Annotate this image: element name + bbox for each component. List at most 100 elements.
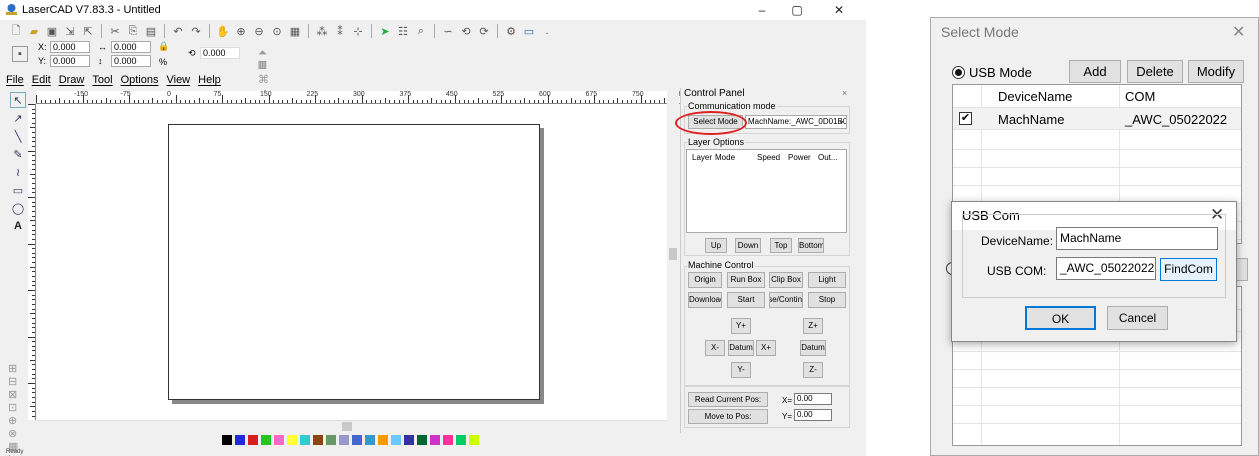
array-icon[interactable]: ☷ [395,23,411,39]
z-plus-button[interactable]: Z+ [803,318,823,334]
pause-continue-button[interactable]: Pause/Continue [769,292,803,308]
chevron-down-icon[interactable]: ⌄ [838,116,845,125]
menu-draw[interactable]: Draw [59,74,85,90]
color-swatch[interactable] [391,435,401,445]
rotate-right-icon[interactable]: ⟳ [476,23,492,39]
redo-icon[interactable]: ↷ [188,23,204,39]
cancel-button[interactable]: Cancel [1107,306,1168,330]
color-swatch[interactable] [248,435,258,445]
datum-z-button[interactable]: Datum [800,340,826,356]
copy-icon[interactable]: ⎘ [125,23,141,39]
y-minus-button[interactable]: Y- [731,362,751,378]
ellipse-tool-icon[interactable]: ◯ [10,200,26,216]
device-name-input[interactable]: MachName [1056,227,1218,250]
color-swatch[interactable] [326,435,336,445]
rotate-input[interactable]: 0.000 [200,47,240,59]
line-tool-icon[interactable]: ╲ [10,128,26,144]
select-tool-icon[interactable]: ↖ [10,92,26,108]
x-plus-button[interactable]: X+ [756,340,776,356]
menu-options[interactable]: Options [121,74,159,90]
usb-com-input[interactable]: _AWC_05022022 [1056,257,1156,280]
monitor-icon[interactable]: ▭ [521,23,537,39]
select-mode-close-icon[interactable]: ✕ [1232,22,1245,42]
curve-tool-icon[interactable]: ≀ [10,164,26,180]
clip-box-button[interactable]: Clip Box [769,272,803,288]
origin-button[interactable]: Origin [688,272,722,288]
curve-icon[interactable]: ∽ [440,23,456,39]
layer-bottom-button[interactable]: Bottom [798,238,824,253]
y-plus-button[interactable]: Y+ [731,318,751,334]
color-swatch[interactable] [222,435,232,445]
delete-button[interactable]: Delete [1127,60,1183,83]
open-folder-icon[interactable]: ▰ [26,23,42,39]
color-swatch[interactable] [443,435,453,445]
menu-file[interactable]: File [6,74,24,90]
usb-mode-radio[interactable] [952,66,965,79]
zoom-window-icon[interactable]: ⊙ [269,23,285,39]
layer-top-button[interactable]: Top [770,238,792,253]
text-tool-icon[interactable]: A [10,218,26,234]
height-input[interactable]: 0.000 [111,55,151,67]
cursor-icon[interactable]: ➤ [377,23,393,39]
node-tool-icon[interactable]: ↗ [10,110,26,126]
vertical-scrollbar[interactable] [667,91,679,432]
color-swatch[interactable] [365,435,375,445]
ungroup-icon[interactable]: ⁑ [332,23,348,39]
color-swatch[interactable] [430,435,440,445]
maximize-button[interactable]: ▢ [782,0,812,20]
vertical-scroll-thumb[interactable] [669,248,677,260]
import-icon[interactable]: ⇲ [62,23,78,39]
menu-view[interactable]: View [166,74,190,90]
anchor-icon[interactable]: ▪ [12,46,28,62]
new-file-icon[interactable]: 🗋 [8,23,24,39]
color-swatch[interactable] [417,435,427,445]
more-icon[interactable]: . [539,23,555,39]
color-swatch[interactable] [287,435,297,445]
row-checkbox[interactable]: ✔ [959,112,972,125]
run-box-button[interactable]: Run Box [727,272,765,288]
export-icon[interactable]: ⇱ [80,23,96,39]
machine-name-combo[interactable]: MachName:_AWC_0D01B03.. [745,115,847,129]
horizontal-scroll-thumb[interactable] [342,422,352,431]
light-button[interactable]: Light [808,272,846,288]
pan-hand-icon[interactable]: ✋ [215,23,231,39]
work-page[interactable] [168,124,540,400]
layer-up-button[interactable]: Up [705,238,727,253]
node-edit-icon[interactable]: ⊹ [350,23,366,39]
x-minus-button[interactable]: X- [705,340,725,356]
settings-icon[interactable]: ⚙ [503,23,519,39]
pen-tool-icon[interactable]: ✎ [10,146,26,162]
download-button[interactable]: Download [688,292,722,308]
color-swatch[interactable] [313,435,323,445]
ok-button[interactable]: OK [1025,306,1096,330]
zoom-select-icon[interactable]: ⌕ [413,23,429,39]
menu-tool[interactable]: Tool [92,74,112,90]
menu-edit[interactable]: Edit [32,74,51,90]
zoom-out-icon[interactable]: ⊖ [251,23,267,39]
layer-down-button[interactable]: Down [735,238,761,253]
second-mode-button-edge[interactable] [1236,258,1248,281]
color-swatch[interactable] [300,435,310,445]
color-swatch[interactable] [378,435,388,445]
color-swatch[interactable] [456,435,466,445]
lock-icon[interactable]: 🔒 [158,41,169,52]
color-swatch[interactable] [352,435,362,445]
color-swatch[interactable] [261,435,271,445]
findcom-button[interactable]: FindCom [1160,258,1217,281]
zoom-page-icon[interactable]: ▦ [287,23,303,39]
z-minus-button[interactable]: Z- [803,362,823,378]
menu-help[interactable]: Help [198,74,221,90]
horizontal-scrollbar[interactable] [37,420,667,432]
group-icon[interactable]: ⁂ [314,23,330,39]
x-input[interactable]: 0.000 [50,41,90,53]
save-icon[interactable]: ▣ [44,23,60,39]
stop-button[interactable]: Stop [808,292,846,308]
color-swatch[interactable] [339,435,349,445]
paste-icon[interactable]: ▤ [143,23,159,39]
zoom-in-icon[interactable]: ⊕ [233,23,249,39]
y-input[interactable]: 0.000 [50,55,90,67]
width-input[interactable]: 0.000 [111,41,151,53]
undo-icon[interactable]: ↶ [170,23,186,39]
color-swatch[interactable] [404,435,414,445]
cut-icon[interactable]: ✂ [107,23,123,39]
